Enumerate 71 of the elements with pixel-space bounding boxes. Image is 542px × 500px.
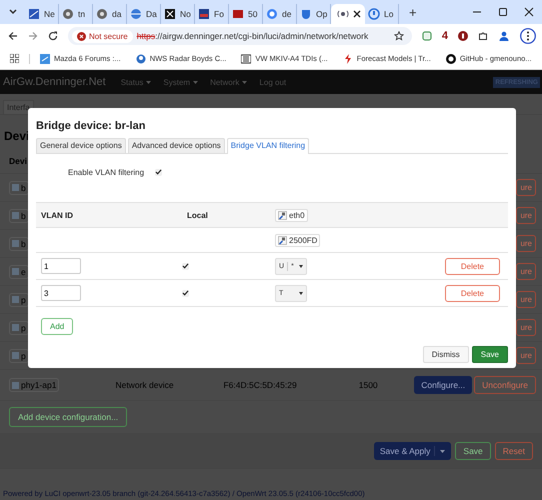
favicon-icon	[130, 8, 142, 20]
table-cell-text: F6:4D:5C:5D:45:29	[223, 380, 298, 390]
port-badge: 2500FD	[275, 234, 320, 246]
save-button[interactable]: Save	[472, 346, 508, 363]
favicon-icon	[198, 8, 210, 20]
bookmark-icon	[241, 54, 252, 64]
close-icon[interactable]	[524, 7, 534, 17]
bookmark-icon	[40, 54, 50, 64]
port-icon	[278, 210, 287, 220]
save-apply-button[interactable]: Save & Apply	[374, 442, 452, 460]
device-badge: phy1-ap1	[9, 378, 60, 392]
reload-icon[interactable]	[48, 31, 58, 41]
browser-tab[interactable]	[331, 4, 365, 24]
dropdown-icon	[299, 292, 303, 294]
port-icon	[278, 236, 287, 244]
dialog-title: Bridge device: br-lan	[36, 119, 146, 134]
port-badge: eth0	[275, 208, 308, 222]
url-text: https://airgw.denninger.net/cgi-bin/luci/admin/network/network	[136, 31, 370, 41]
add-button[interactable]: Add	[41, 318, 74, 335]
maximize-icon[interactable]	[498, 7, 508, 17]
favicon-icon	[62, 8, 74, 20]
vlan-id-field[interactable]: 1	[41, 258, 81, 274]
favicon-icon	[300, 8, 312, 20]
favicon-icon	[266, 8, 278, 20]
address-bar[interactable]: Not secure https://airgw.denninger.net/cgi-bin/luci/admin/network/network	[68, 27, 412, 45]
favicon-icon	[164, 8, 176, 20]
back-icon[interactable]	[8, 31, 18, 41]
close-icon[interactable]	[353, 10, 361, 18]
star-icon[interactable]	[394, 31, 404, 41]
warning-icon	[77, 32, 86, 40]
dropdown-icon	[299, 264, 303, 268]
menu-icon[interactable]	[520, 28, 536, 44]
new-tab-button[interactable]: +	[409, 4, 417, 20]
dismiss-button[interactable]: Dismiss	[422, 346, 469, 363]
column-header: Devi	[9, 156, 27, 168]
section-heading: Devi	[4, 129, 30, 145]
apps-icon[interactable]	[10, 54, 19, 63]
dialog-tab[interactable]: Bridge VLAN filtering	[226, 138, 310, 154]
dialog-tab[interactable]: Advanced device options	[128, 138, 225, 153]
table-cell-text: 1500	[358, 380, 379, 390]
column-header: VLAN ID	[40, 210, 74, 220]
extension-badge[interactable]: 4	[442, 30, 448, 42]
favicon-icon	[368, 8, 380, 20]
tab-list-icon[interactable]	[8, 7, 18, 17]
save-button[interactable]: Save	[455, 442, 491, 460]
forward-icon[interactable]	[28, 31, 38, 41]
caret-icon	[242, 80, 248, 84]
bookmark-icon	[136, 54, 146, 64]
security-chip[interactable]: Not secure	[72, 30, 133, 42]
favicon-icon	[232, 8, 244, 20]
checkbox[interactable]	[155, 168, 162, 176]
field-label: Enable VLAN filtering	[68, 168, 144, 176]
vlan-id-field[interactable]: 3	[41, 285, 81, 301]
checkbox[interactable]	[182, 262, 189, 270]
caret-icon	[440, 450, 446, 452]
delete-button[interactable]: Delete	[444, 258, 500, 274]
dialog-tab[interactable]: General device options	[36, 138, 126, 153]
delete-button[interactable]: Delete	[444, 284, 500, 302]
bookmark-icon	[342, 54, 353, 64]
table-cell-text: Network device	[115, 380, 175, 390]
configure-button[interactable]: Configure...	[414, 376, 472, 394]
bookmark-icon	[446, 54, 456, 64]
caret-icon	[193, 80, 198, 84]
profile-icon[interactable]	[498, 30, 510, 42]
caret-icon	[146, 80, 152, 84]
add-device-button[interactable]: Add device configuration...	[9, 407, 128, 427]
favicon-icon	[96, 8, 108, 20]
favicon-icon	[28, 8, 40, 20]
favicon-icon	[337, 8, 349, 20]
checkbox[interactable]	[182, 290, 189, 296]
column-header: Local	[186, 210, 209, 220]
